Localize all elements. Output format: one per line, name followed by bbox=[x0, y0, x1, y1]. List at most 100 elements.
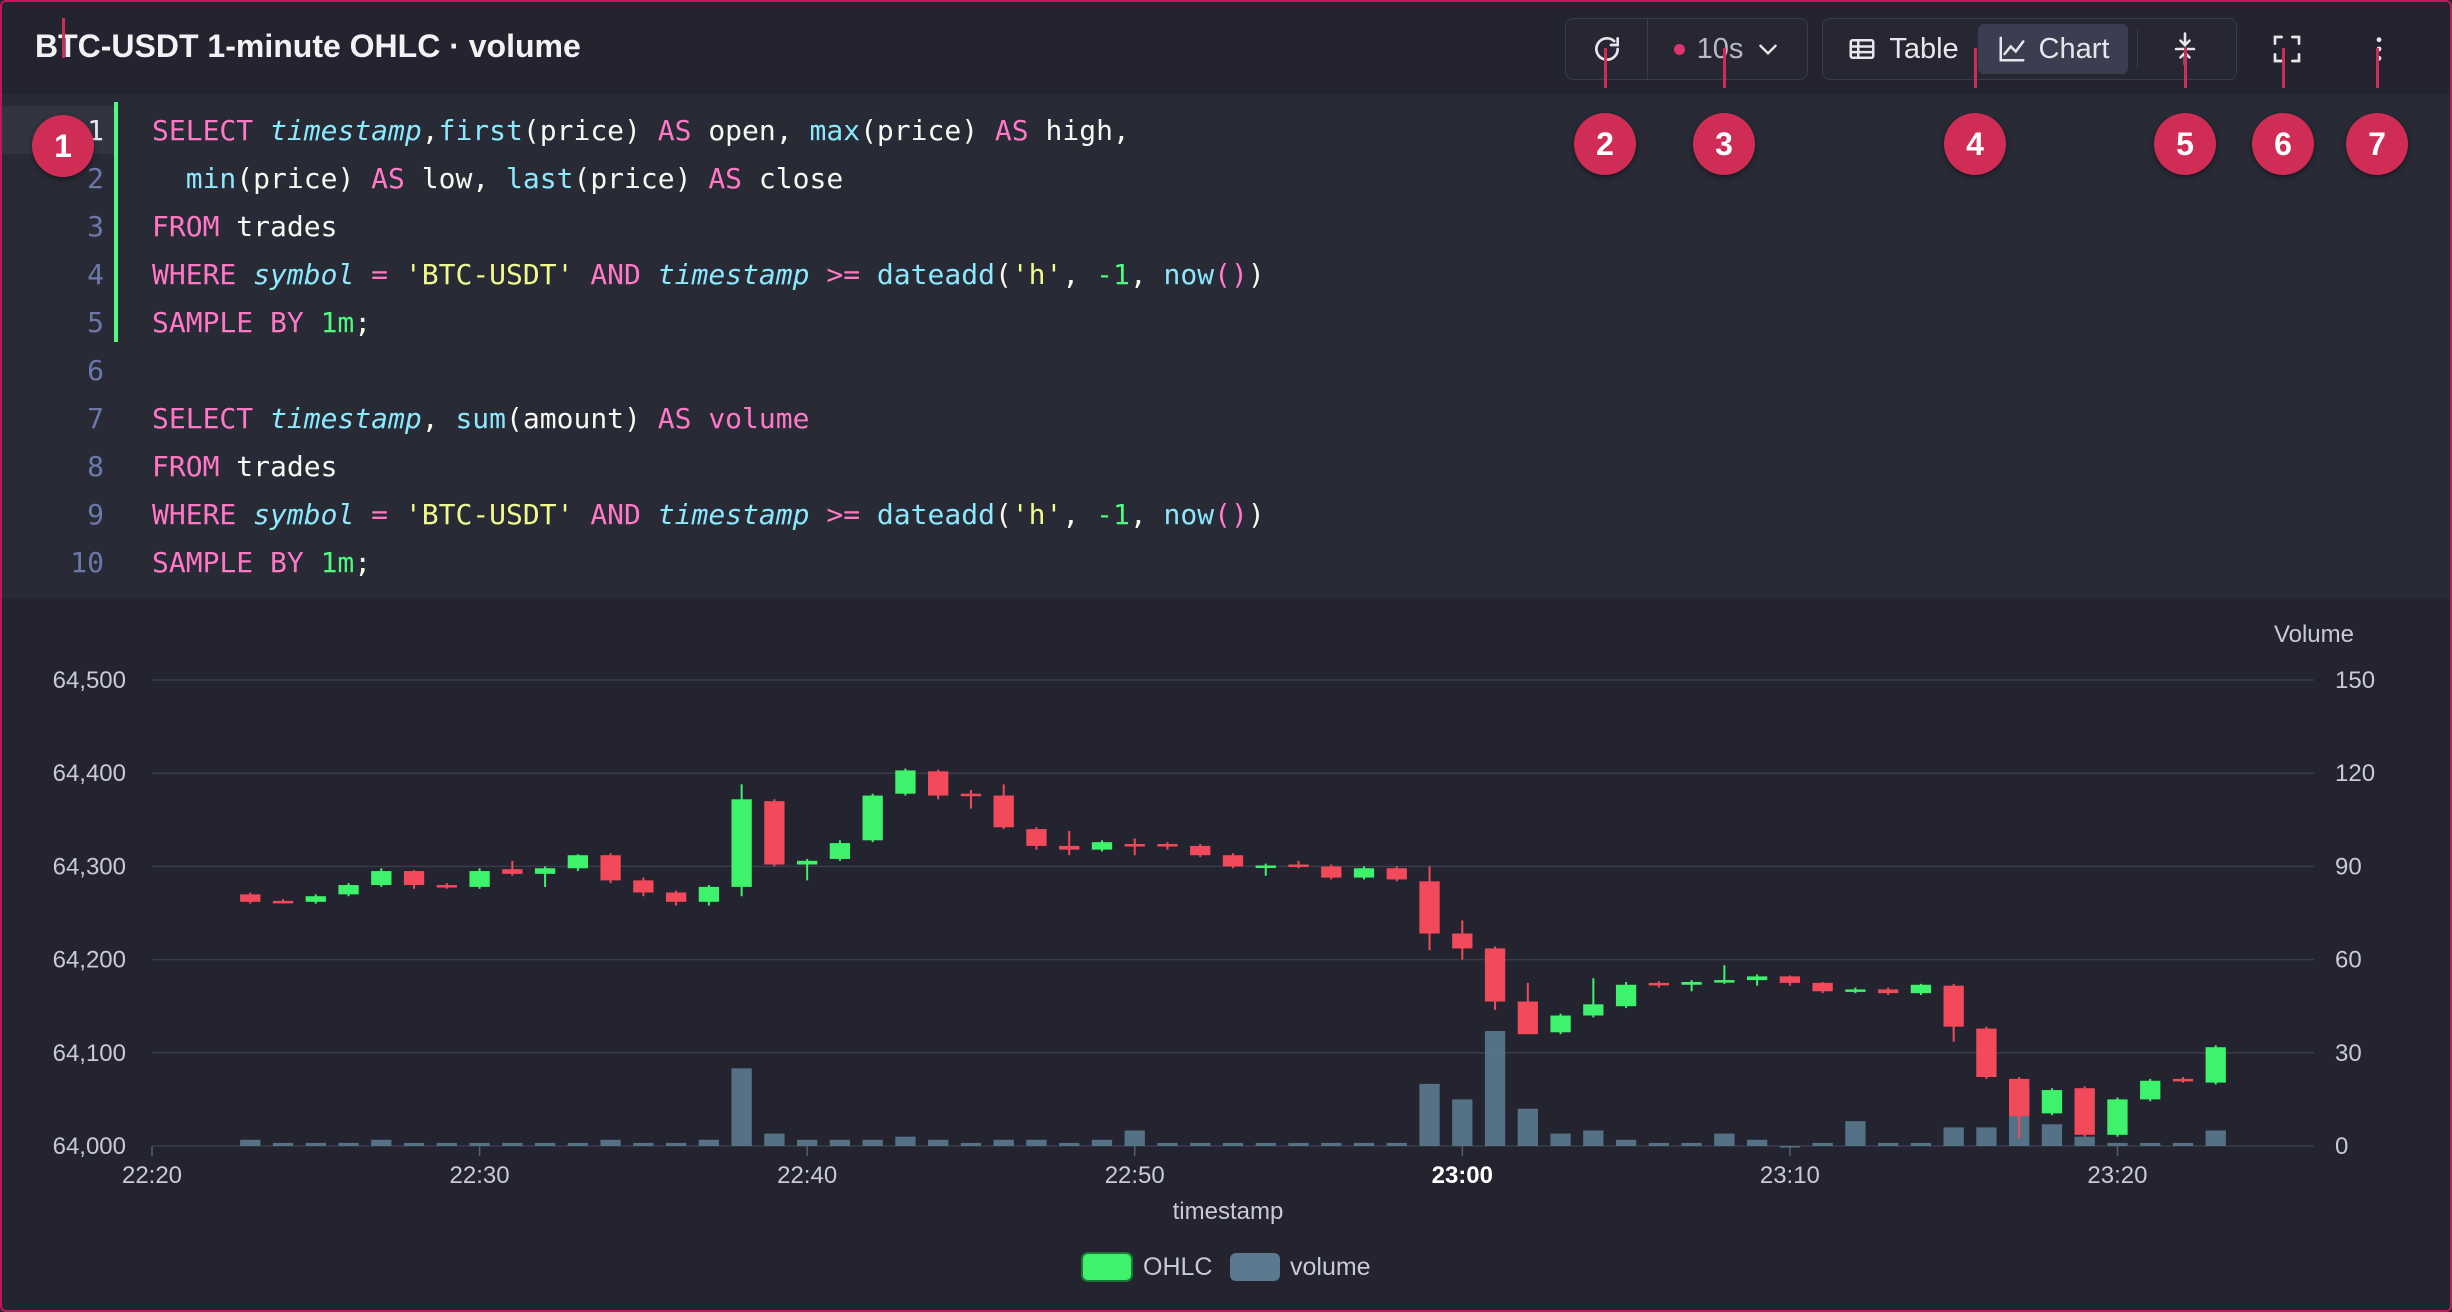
table-view-button[interactable]: Table bbox=[1828, 24, 1978, 74]
volume-bar bbox=[1091, 1139, 1113, 1146]
code-token: ; bbox=[354, 545, 372, 579]
editor-line[interactable]: 1 SELECT timestamp,first(price) AS open, … bbox=[2, 106, 2450, 154]
volume-bar bbox=[1812, 1142, 1833, 1146]
editor-line[interactable]: 10 SAMPLE BY 1m; bbox=[2, 538, 2450, 586]
candle-down bbox=[928, 771, 949, 796]
y2-axis-tick-label: 120 bbox=[2335, 760, 2375, 787]
volume-bar bbox=[1452, 1099, 1473, 1146]
candle-up bbox=[2041, 1090, 2063, 1114]
x-axis-title: timestamp bbox=[1173, 1198, 1284, 1225]
candle-up bbox=[698, 886, 720, 902]
chart-view-button[interactable]: Chart bbox=[1978, 24, 2128, 74]
candle-down bbox=[1190, 845, 1211, 856]
volume-bar bbox=[2140, 1142, 2161, 1146]
candle-up bbox=[829, 843, 851, 859]
volume-bar bbox=[1779, 1146, 1801, 1148]
candle-down bbox=[1484, 948, 1506, 1002]
x-axis-tick-label: 22:30 bbox=[450, 1162, 510, 1189]
line-number: 8 bbox=[87, 449, 104, 483]
candle-down bbox=[1812, 982, 1833, 992]
editor-line[interactable]: 9 WHERE symbol = 'BTC-USDT' AND timestamp… bbox=[2, 490, 2450, 538]
candle-down bbox=[1124, 844, 1145, 847]
code-token: trades bbox=[219, 449, 338, 483]
candle-up bbox=[1681, 981, 1702, 985]
candle-up bbox=[1583, 1004, 1604, 1016]
editor-line[interactable]: 7 SELECT timestamp, sum(amount) AS volume bbox=[2, 394, 2450, 442]
panel-title: BTC-USDT 1-minute OHLC · volume bbox=[35, 28, 581, 64]
volume-bar bbox=[1648, 1142, 1670, 1146]
toolbar-divider bbox=[2137, 30, 2138, 68]
refresh-interval-dropdown[interactable]: 10s bbox=[1648, 19, 1807, 79]
code-token: (price) bbox=[236, 161, 372, 195]
code-token: -1 bbox=[1096, 497, 1130, 531]
code-token: high, bbox=[1028, 113, 1130, 147]
candle-down bbox=[2172, 1078, 2194, 1082]
callout-leader-line bbox=[2282, 48, 2285, 88]
fullscreen-button[interactable] bbox=[2256, 18, 2318, 80]
candle-up bbox=[2205, 1047, 2226, 1083]
chart-view-label: Chart bbox=[2038, 32, 2110, 65]
code-token: last bbox=[506, 161, 574, 195]
code-token: AND bbox=[590, 497, 641, 531]
code-token: 1m bbox=[320, 305, 355, 339]
code-token: (price) bbox=[573, 161, 709, 195]
editor-line[interactable]: 2 min(price) AS low, last(price) AS clos… bbox=[2, 154, 2450, 202]
x-axis-tick-label: 22:40 bbox=[777, 1162, 837, 1189]
ohlc-volume-chart[interactable]: 64,000 64,100 64,200 64,300 64,400 64,500 0 30 6… bbox=[2, 598, 2450, 1310]
candle-down bbox=[1976, 1028, 1997, 1078]
code-token: AND bbox=[590, 257, 641, 291]
code-text: FROM trades bbox=[152, 450, 337, 483]
refresh-button[interactable] bbox=[1566, 19, 1648, 79]
editor-line[interactable]: 8 FROM trades bbox=[2, 442, 2450, 490]
code-token: -1 bbox=[1096, 257, 1130, 291]
legend-label-ohlc: OHLC bbox=[1143, 1253, 1212, 1281]
candle-up bbox=[534, 868, 556, 874]
line-number: 5 bbox=[87, 305, 104, 339]
candle-up bbox=[796, 860, 818, 865]
editor-line[interactable]: 6 bbox=[2, 346, 2450, 394]
chevron-down-icon bbox=[1759, 44, 1778, 56]
candle-down bbox=[502, 869, 523, 874]
y-axis-tick-label: 64,100 bbox=[53, 1040, 126, 1067]
candle-up bbox=[338, 885, 359, 895]
candle-down bbox=[272, 900, 294, 904]
legend-swatch-volume bbox=[1230, 1253, 1280, 1281]
volume-bar bbox=[2172, 1142, 2194, 1146]
code-text: WHERE symbol = 'BTC-USDT' AND timestamp … bbox=[152, 498, 1265, 531]
candle-down bbox=[665, 892, 687, 902]
code-token: 'h' bbox=[1011, 497, 1063, 531]
code-token: 'BTC-USDT' bbox=[404, 497, 574, 531]
code-token: 1m bbox=[320, 545, 355, 579]
volume-bar bbox=[1386, 1142, 1407, 1146]
code-token: WHERE bbox=[152, 497, 254, 531]
code-token: timestamp bbox=[657, 257, 810, 291]
code-token: timestamp bbox=[270, 401, 422, 435]
candle-down bbox=[1157, 844, 1178, 847]
editor-line[interactable]: 3 FROM trades bbox=[2, 202, 2450, 250]
y-axis-tick-label: 64,300 bbox=[53, 853, 126, 880]
candle-down bbox=[600, 855, 621, 881]
more-options-button[interactable] bbox=[2348, 18, 2410, 80]
editor-line[interactable]: 4 WHERE symbol = 'BTC-USDT' AND timestamp… bbox=[2, 250, 2450, 298]
y-axis-tick-label: 64,500 bbox=[53, 667, 126, 694]
volume-bar bbox=[469, 1142, 490, 1146]
callout-leader-line bbox=[1604, 48, 1607, 88]
volume-bar bbox=[502, 1142, 523, 1146]
sql-editor[interactable]: 1 SELECT timestamp,first(price) AS open, … bbox=[2, 94, 2450, 598]
candle-up bbox=[1615, 984, 1637, 1007]
candle-down bbox=[1943, 985, 1964, 1027]
line-number: 4 bbox=[87, 257, 104, 291]
candle-up bbox=[1353, 868, 1375, 878]
code-token: (price) bbox=[860, 113, 995, 147]
code-token: (amount) bbox=[506, 401, 658, 435]
y2-axis-tick-label: 0 bbox=[2335, 1133, 2348, 1160]
editor-line[interactable]: 5 SAMPLE BY 1m; bbox=[2, 298, 2450, 346]
volume-bar bbox=[534, 1142, 556, 1146]
code-token: close bbox=[742, 161, 844, 195]
code-token: ( bbox=[994, 497, 1012, 531]
